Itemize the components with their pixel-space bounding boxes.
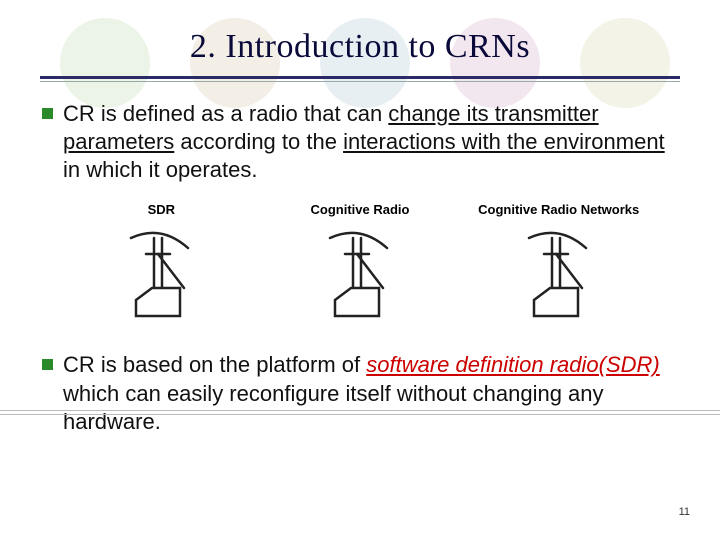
ground-line (0, 410, 720, 411)
bullet-icon (42, 108, 53, 119)
title-rule-thick (40, 76, 680, 79)
figure-labels: SDR Cognitive Radio Cognitive Radio Netw… (62, 202, 658, 217)
antenna-icon (106, 230, 216, 325)
antenna-icon (305, 230, 415, 325)
text-fragment: according to the (174, 129, 343, 154)
antenna-crn (459, 230, 658, 325)
text-fragment: which can easily reconfigure itself with… (63, 381, 604, 434)
body: CR is defined as a radio that can change… (0, 82, 720, 436)
text-fragment: in which it operates. (63, 157, 257, 182)
label-sdr: SDR (62, 202, 261, 217)
bullet-icon (42, 359, 53, 370)
bullet-1-text: CR is defined as a radio that can change… (63, 100, 678, 184)
italic-phrase: software definition radio(SDR) (366, 352, 659, 377)
slide-title: 2. Introduction to CRNs (0, 28, 720, 66)
page-number: 11 (679, 506, 690, 518)
antenna-icon (504, 230, 614, 325)
antenna-cr (261, 230, 460, 325)
ground-line (0, 414, 720, 415)
figure-row (62, 225, 658, 325)
bullet-2: CR is based on the platform of software … (42, 351, 678, 435)
underline-phrase: interactions with the environment (343, 129, 665, 154)
bullet-1: CR is defined as a radio that can change… (42, 100, 678, 184)
label-crn: Cognitive Radio Networks (459, 202, 658, 217)
label-cr: Cognitive Radio (261, 202, 460, 217)
bullet-2-text: CR is based on the platform of software … (63, 351, 678, 435)
text-fragment: CR is based on the platform of (63, 352, 366, 377)
title-block: 2. Introduction to CRNs (0, 0, 720, 82)
antenna-sdr (62, 230, 261, 325)
text-fragment: CR is defined as a radio that can (63, 101, 388, 126)
